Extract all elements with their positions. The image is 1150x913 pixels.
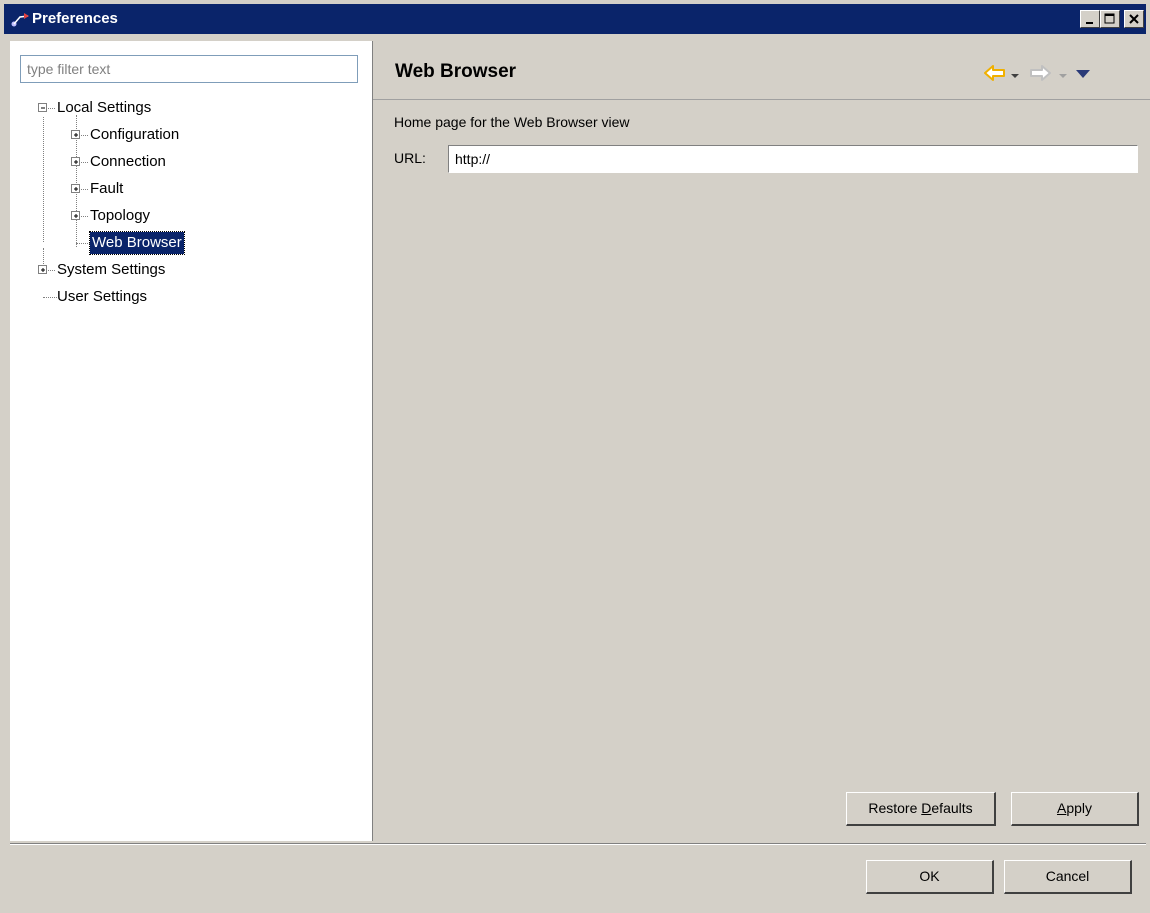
expand-icon[interactable] — [71, 211, 80, 220]
forward-arrow-icon[interactable] — [1029, 65, 1051, 85]
page-description: Home page for the Web Browser view — [394, 114, 630, 130]
ok-label: OK — [919, 868, 940, 884]
page-title: Web Browser — [395, 61, 517, 82]
tree-item-fault[interactable]: Fault — [10, 178, 372, 200]
tree-item-label: Connection — [90, 153, 166, 170]
url-input[interactable] — [448, 145, 1138, 173]
view-menu-icon[interactable] — [1075, 68, 1091, 83]
preferences-dialog: Preferences type filter text Local Setti… — [0, 0, 1150, 913]
ok-button[interactable]: OK — [866, 860, 994, 894]
expand-icon[interactable] — [71, 157, 80, 166]
tree-item-label: Web Browser — [89, 231, 185, 255]
expand-icon[interactable] — [71, 184, 80, 193]
apply-mnemonic: A — [1056, 800, 1067, 816]
expand-icon[interactable] — [71, 130, 80, 139]
tree-item-label: User Settings — [57, 288, 148, 305]
tree-item-configuration[interactable]: Configuration — [10, 124, 372, 146]
maximize-button[interactable] — [1100, 10, 1120, 28]
restore-defaults-label-suffix: efaults — [931, 800, 973, 816]
tree-item-label: System Settings — [57, 261, 166, 278]
restore-defaults-label-prefix: Restore — [868, 800, 922, 816]
page-header: Web Browser — [373, 41, 1150, 100]
expand-icon[interactable] — [38, 265, 47, 274]
back-arrow-icon[interactable] — [984, 65, 1006, 85]
window-title: Preferences — [32, 10, 118, 27]
apply-button[interactable]: Apply — [1011, 792, 1139, 826]
close-button[interactable] — [1124, 10, 1144, 28]
filter-input[interactable] — [20, 55, 358, 83]
tree-item-label: Topology — [90, 207, 151, 224]
tree-item-topology[interactable]: Topology — [10, 205, 372, 227]
tree-item-user-settings[interactable]: User Settings — [10, 286, 372, 308]
apply-label-suffix: pply — [1066, 800, 1093, 816]
tree-item-local-settings[interactable]: Local Settings — [10, 97, 372, 119]
tree-item-connection[interactable]: Connection — [10, 151, 372, 173]
collapse-icon[interactable] — [38, 103, 47, 112]
restore-defaults-button[interactable]: Restore Defaults — [846, 792, 996, 826]
restore-defaults-mnemonic: D — [921, 800, 932, 816]
preference-tree-pane: Local Settings Configuration Connection — [10, 41, 373, 841]
cancel-button[interactable]: Cancel — [1004, 860, 1132, 894]
tree-item-system-settings[interactable]: System Settings — [10, 259, 372, 281]
cancel-label: Cancel — [1045, 868, 1090, 884]
back-menu-chevron-down-icon[interactable] — [1010, 69, 1020, 84]
minimize-button[interactable] — [1080, 10, 1100, 28]
tree-item-web-browser[interactable]: Web Browser — [10, 231, 372, 255]
tree-item-label: Local Settings — [57, 99, 152, 116]
forward-menu-chevron-down-icon[interactable] — [1058, 69, 1068, 84]
footer-separator — [10, 843, 1146, 845]
title-bar[interactable]: Preferences — [4, 4, 1146, 34]
tree-item-label: Fault — [90, 180, 124, 197]
preference-page: Web Browser Home page for the Web Browse… — [373, 41, 1150, 841]
url-label: URL: — [394, 150, 426, 166]
tree-item-label: Configuration — [90, 126, 180, 143]
preferences-app-icon — [10, 10, 30, 28]
